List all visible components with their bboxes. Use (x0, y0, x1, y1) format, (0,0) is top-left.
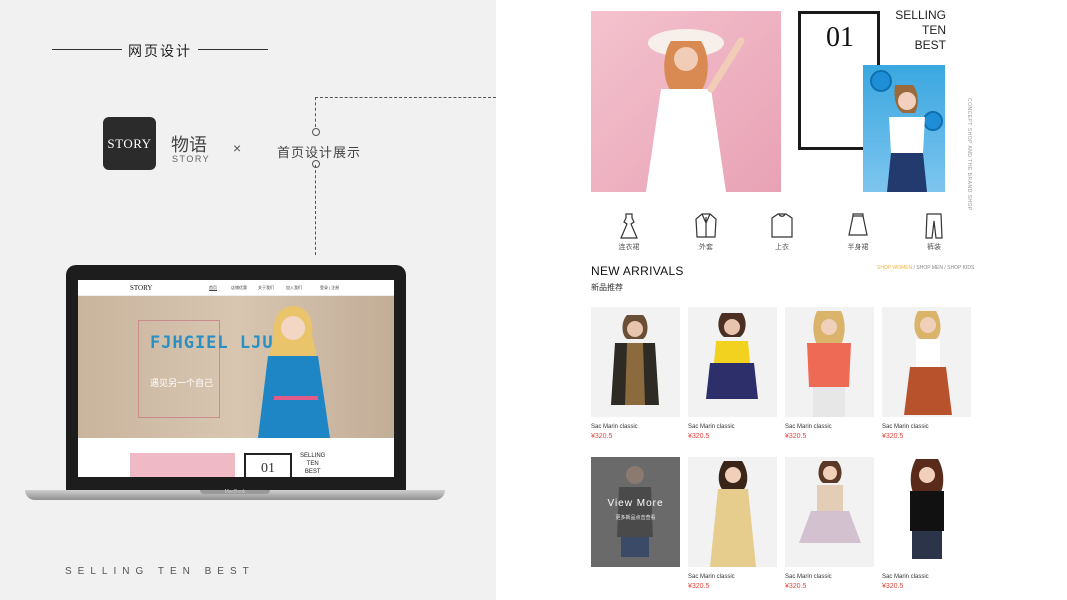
new-arrivals-subtitle: 新品推荐 (591, 283, 623, 292)
screen-hero: FJHGIEL LJU 遇见另一个自己 (78, 296, 394, 438)
product-card[interactable] (591, 307, 680, 417)
product-image (799, 461, 861, 543)
title-line-right (198, 49, 268, 50)
vertical-caption: CONCEPT SHOP AND THE BRAND SHOP (966, 98, 972, 211)
product-name[interactable]: Sac Marin classic (688, 424, 735, 430)
screen-hero-subtitle: 遇见另一个自己 (150, 379, 214, 389)
selling-text: SELLING TEN BEST (876, 8, 946, 53)
category-label: 外套 (699, 243, 713, 251)
page-title: 网页设计 (128, 44, 192, 60)
product-price: ¥320.5 (785, 583, 807, 590)
connector-dot (312, 128, 320, 136)
category-shirt[interactable]: 上衣 (752, 213, 812, 252)
product-name[interactable]: Sac Marin classic (882, 424, 929, 430)
dress-icon (620, 213, 638, 239)
laptop-label: MacBook (224, 489, 246, 495)
laptop-screen: STORY 首页 店铺优惠 关于我们 加入我们 登录 | 注册 FJHGIEL … (78, 280, 394, 477)
connector-line-v1 (315, 97, 316, 127)
screen-sell-line: BEST (304, 469, 321, 475)
product-name[interactable]: Sac Marin classic (688, 574, 735, 580)
product-price: ¥320.5 (688, 433, 710, 440)
model-balloon-image (870, 70, 943, 192)
product-card[interactable] (785, 457, 874, 567)
product-price: ¥320.5 (688, 583, 710, 590)
hero-model-image (258, 306, 330, 438)
view-more-card[interactable]: View More 更多新品点击查看 (591, 457, 680, 567)
product-card[interactable] (688, 457, 777, 567)
story-logo: STORY (103, 117, 156, 170)
model-white-dress-image (646, 29, 745, 192)
category-pants[interactable]: 裤装 (904, 213, 964, 252)
product-name[interactable]: Sac Marin classic (785, 424, 832, 430)
product-card[interactable] (688, 307, 777, 417)
homepage-preview: 01 SELLING TEN BEST CONCEPT SHOP AND THE… (496, 0, 1067, 600)
category-label: 上衣 (775, 243, 789, 251)
shop-men-link[interactable]: SHOP MEN (916, 265, 943, 271)
screen-nav-login[interactable]: 登录 | 注册 (320, 285, 339, 291)
category-skirt[interactable]: 半身裙 (828, 213, 888, 252)
product-image (706, 313, 758, 399)
hero-photo-pink[interactable] (591, 11, 781, 192)
product-price: ¥320.5 (591, 433, 613, 440)
times-icon: × (233, 140, 242, 156)
new-arrivals-title: NEW ARRIVALS (591, 264, 684, 278)
product-price: ¥320.5 (785, 433, 807, 440)
screen-bottom: 01 SELLING TEN BEST (78, 438, 394, 477)
product-name[interactable]: Sac Marin classic (591, 424, 638, 430)
screen-nav-home[interactable]: 首页 (209, 285, 217, 291)
category-coat[interactable]: 外套 (676, 213, 736, 252)
shop-kids-link[interactable]: SHOP KIDS (947, 265, 974, 271)
product-image (611, 315, 659, 405)
category-label: 裤装 (927, 243, 941, 251)
screen-nav-deals[interactable]: 店铺优惠 (231, 285, 247, 291)
connector-dot (312, 160, 320, 168)
product-price: ¥320.5 (882, 583, 904, 590)
view-more-image (617, 466, 653, 557)
skirt-icon (848, 213, 868, 236)
screen-nav-about[interactable]: 关于我们 (258, 285, 274, 291)
screen-sell-line: SELLING (300, 453, 326, 459)
shirt-icon (771, 213, 793, 238)
screen-sell-line: TEN (306, 461, 319, 467)
product-card[interactable] (882, 307, 971, 417)
selling-number: 01 (826, 22, 854, 53)
view-more-title: View More (607, 498, 664, 509)
product-image (710, 461, 756, 567)
sell-line: BEST (914, 38, 946, 52)
product-price: ¥320.5 (882, 433, 904, 440)
product-card[interactable] (882, 457, 971, 567)
connector-line-h (315, 97, 496, 98)
category-label: 连衣裙 (618, 243, 640, 251)
coat-icon (695, 213, 717, 238)
screen-box-01: 01 (244, 453, 292, 477)
category-label: 半身裙 (847, 243, 869, 251)
product-name[interactable]: Sac Marin classic (785, 574, 832, 580)
product-card[interactable] (785, 307, 874, 417)
shop-links: SHOP WOMEN / SHOP MEN / SHOP KIDS (877, 265, 974, 271)
screen-nav-join[interactable]: 加入我们 (286, 285, 302, 291)
sell-line: SELLING (895, 8, 946, 22)
product-image (904, 311, 952, 415)
hero-photo-blue[interactable] (863, 65, 945, 192)
screen-pink-photo (130, 453, 235, 477)
presentation-panel: 网页设计 STORY 物语 STORY × 首页设计展示 STORY 首页 店铺… (0, 0, 496, 600)
sell-line: TEN (922, 23, 946, 37)
screen-nav: STORY 首页 店铺优惠 关于我们 加入我们 登录 | 注册 (78, 280, 394, 296)
shop-women-link[interactable]: SHOP WOMEN (877, 265, 912, 271)
brand-name-en: STORY (172, 154, 211, 164)
screen-logo: STORY (130, 284, 153, 292)
screen-selling-text: SELLING TEN BEST (300, 452, 325, 476)
product-image (910, 459, 944, 559)
product-name[interactable]: Sac Marin classic (882, 574, 929, 580)
category-dress[interactable]: 连衣裙 (599, 213, 659, 252)
connector-line-v2 (315, 165, 316, 255)
pants-icon (925, 213, 943, 239)
bottom-tagline: SELLING TEN BEST (65, 566, 255, 577)
view-more-subtitle: 更多新品点击查看 (615, 515, 656, 521)
product-image (807, 311, 851, 417)
subtitle: 首页设计展示 (277, 146, 362, 161)
